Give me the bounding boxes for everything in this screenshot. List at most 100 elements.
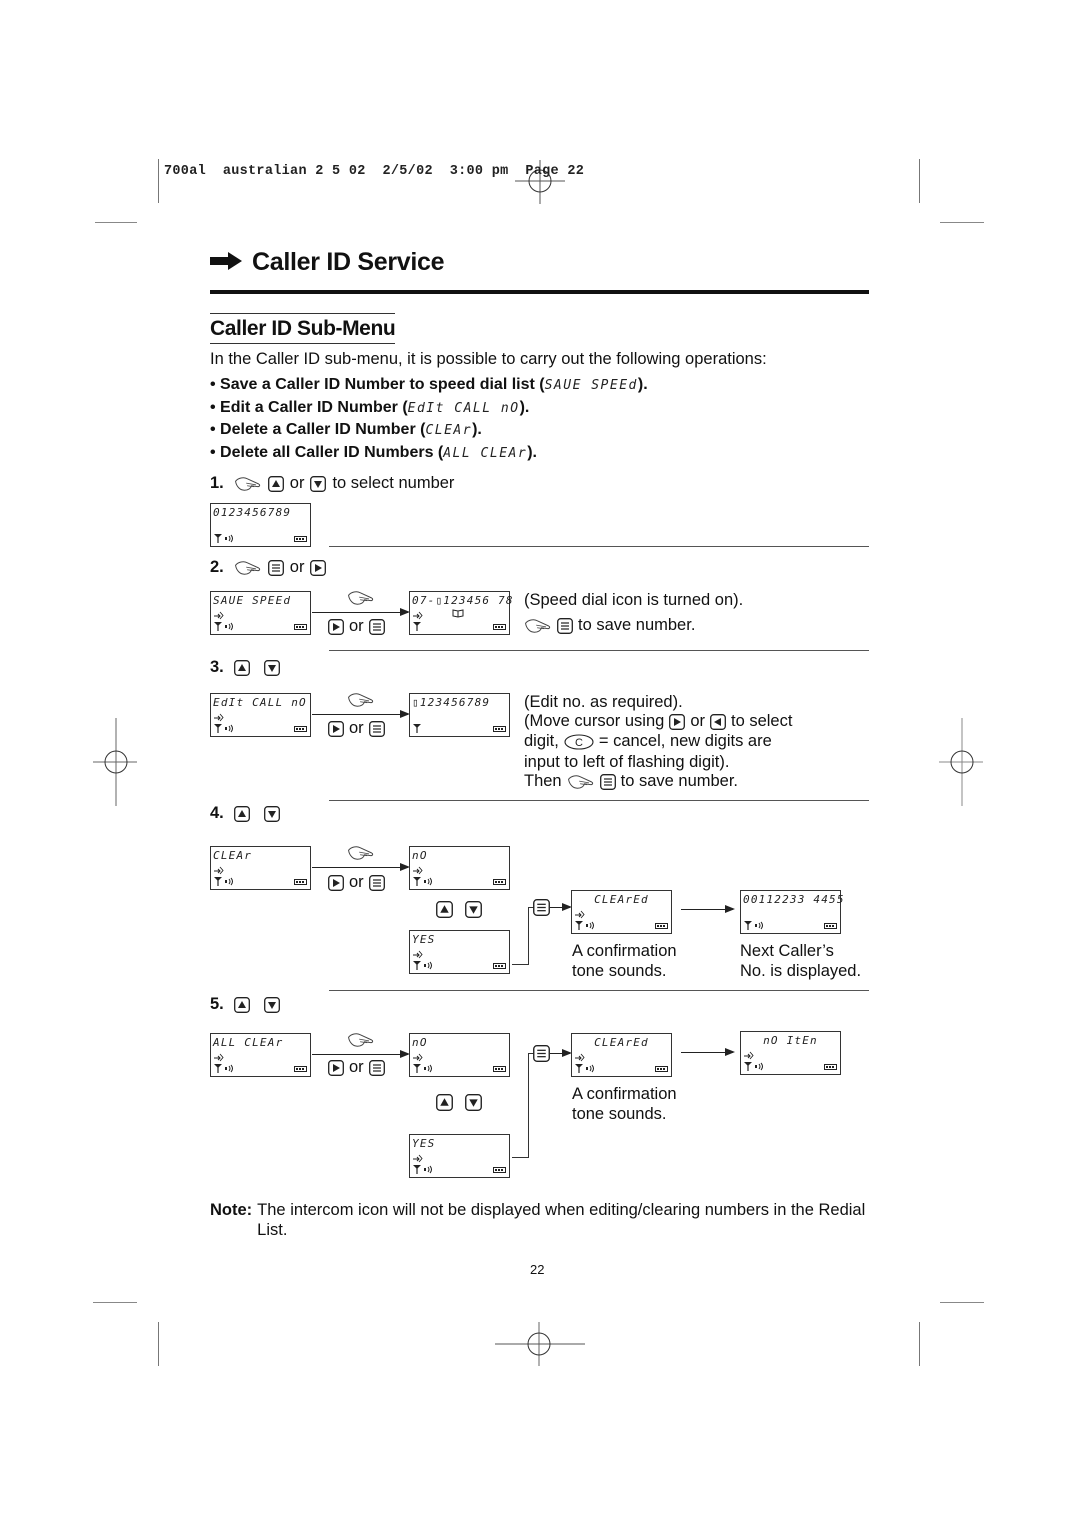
step-note-line: (Move cursor using or to select (524, 712, 792, 731)
pointing-hand-icon (234, 476, 262, 492)
step-divider (329, 546, 869, 547)
lcd-text: YES (412, 1137, 436, 1150)
or-text: or (690, 712, 705, 730)
next-caller-text: Next Caller’s (740, 942, 834, 960)
step-note: to save number. (578, 616, 696, 634)
intercom-icon (575, 1053, 585, 1062)
up-down-keys (436, 901, 482, 918)
lcd-display: ▯123456789 (409, 693, 510, 737)
bullet-end: ). (519, 398, 530, 416)
step-note: (Move cursor using (524, 712, 665, 730)
title-rule (210, 290, 869, 294)
ringer-icon (586, 1064, 596, 1073)
menu-key-icon (369, 1060, 385, 1076)
flow-arrow (312, 708, 410, 720)
ringer-icon (225, 622, 235, 631)
up-key-icon (268, 476, 284, 492)
step-note: Then (524, 772, 562, 790)
speed-dial-book-icon (452, 609, 464, 618)
antenna-icon (413, 1165, 421, 1174)
ringer-icon (225, 724, 235, 733)
section-title: Caller ID Sub-Menu (210, 313, 396, 344)
up-key-icon (436, 901, 453, 918)
ringer-icon (755, 921, 765, 930)
section-intro: In the Caller ID sub-menu, it is possibl… (210, 350, 767, 368)
pointing-hand-icon (567, 774, 595, 790)
bullet-text: Delete a Caller ID Number ( (220, 421, 426, 439)
step-note-line: Then to save number. (524, 772, 738, 791)
ringer-icon (424, 1165, 434, 1174)
lcd-display: CLEArEd (571, 890, 672, 934)
step-number: 2. (210, 558, 224, 576)
note-label: Note: (210, 1201, 253, 1219)
lcd-text: nO (412, 1036, 428, 1049)
up-key-icon (234, 806, 250, 822)
connector-line (512, 964, 529, 966)
lcd-text: nO (412, 849, 428, 862)
flow-arrow (312, 861, 410, 873)
intercom-icon (413, 866, 423, 875)
step-note: digit, (524, 732, 559, 750)
crop-mark (940, 222, 984, 223)
step-2: 2. or (210, 558, 326, 577)
operations-list: • Save a Caller ID Number to speed dial … (210, 374, 648, 464)
page-title: Caller ID Service (210, 248, 445, 277)
intercom-icon (744, 1051, 754, 1060)
battery-icon (493, 1167, 506, 1173)
step-4: 4. (210, 804, 280, 823)
or-text: or (349, 719, 364, 737)
battery-icon (294, 726, 307, 732)
antenna-icon (214, 534, 222, 543)
battery-icon (493, 726, 506, 732)
menu-key-icon (557, 618, 573, 634)
antenna-icon (214, 622, 222, 631)
antenna-icon (744, 1062, 752, 1071)
lcd-display: 00112233 4455 (740, 890, 844, 934)
antenna-icon (214, 877, 222, 886)
lcd-display: CLEAr (210, 846, 311, 890)
intercom-icon (413, 1053, 423, 1062)
note-text: The intercom icon will not be displayed … (257, 1201, 866, 1239)
antenna-icon (413, 961, 421, 970)
pointing-hand-icon (524, 618, 552, 634)
lcd-text: 07-▯123456 78 (412, 594, 514, 607)
bullet-text: Delete all Caller ID Numbers ( (220, 443, 444, 461)
pointing-hand-icon (234, 560, 262, 576)
lcd-text: CLEAr (213, 849, 253, 862)
step-3: 3. (210, 658, 280, 677)
intercom-icon (214, 713, 224, 722)
antenna-icon (575, 1064, 583, 1073)
up-key-icon (234, 997, 250, 1013)
lcd-text: EdIt CALL nO (213, 696, 307, 709)
list-item: • Delete all Caller ID Numbers (ALL CLEA… (210, 443, 537, 461)
slug-file: australian 2 5 02 (222, 164, 366, 179)
battery-icon (824, 923, 837, 929)
key-choice: or (328, 873, 385, 892)
intercom-icon (575, 910, 585, 919)
ringer-icon (225, 534, 235, 543)
list-item: • Delete a Caller ID Number (CLEAr). (210, 421, 482, 439)
intercom-icon (214, 611, 224, 620)
bullet-text: Edit a Caller ID Number ( (220, 398, 408, 416)
bullet-text: Save a Caller ID Number to speed dial li… (220, 376, 545, 393)
down-key-icon (264, 806, 280, 822)
left-key-icon (710, 714, 726, 730)
battery-icon (294, 536, 307, 542)
battery-icon (655, 1066, 668, 1072)
slug-page: Page 22 (525, 164, 585, 179)
right-arrow-icon (210, 248, 242, 277)
lcd-display: ALL CLEAr (210, 1033, 311, 1077)
lcd-text: YES (412, 933, 436, 946)
ringer-icon (424, 961, 434, 970)
page-number: 22 (530, 1262, 545, 1277)
battery-icon (493, 624, 506, 630)
battery-icon (493, 963, 506, 969)
intercom-icon (413, 950, 423, 959)
confirmation-text: tone sounds. (572, 1105, 667, 1123)
confirmation-text: A confirmation (572, 1085, 677, 1103)
key-choice: or (328, 617, 385, 636)
right-key-icon (328, 875, 344, 891)
flow-arrow (312, 606, 410, 618)
lcd-label: ALL CLEAr (443, 445, 528, 461)
step-note: input to left of flashing digit). (524, 753, 730, 771)
